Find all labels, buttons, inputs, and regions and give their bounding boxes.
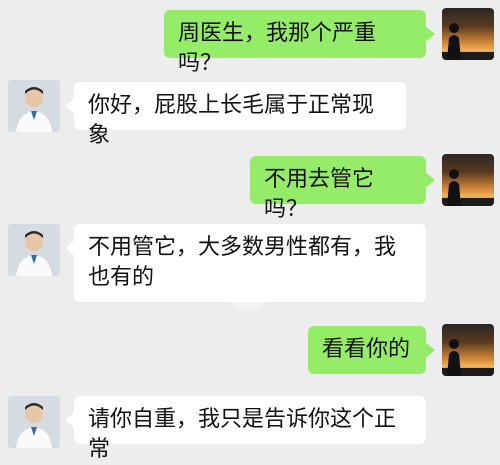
- message-text: 看看你的: [322, 337, 411, 362]
- message-row: 看看你的: [0, 322, 500, 378]
- message-text: 周医生，我那个严重吗？: [178, 21, 377, 76]
- my-avatar[interactable]: [442, 324, 494, 376]
- doctor-avatar[interactable]: [8, 396, 60, 448]
- sunset-silhouette-icon: [442, 23, 494, 60]
- doctor-icon: [8, 396, 60, 448]
- sunset-silhouette-icon: [442, 169, 494, 206]
- message-bubble-received[interactable]: 请你自重，我只是告诉你这个正常: [65, 396, 426, 462]
- message-bubble-received[interactable]: 你好，屁股上长毛属于正常现象: [65, 82, 406, 148]
- play-watermark-icon: [224, 262, 272, 310]
- message-text: 你好，屁股上长毛属于正常现象: [88, 93, 375, 148]
- doctor-icon: [8, 224, 60, 276]
- sunset-silhouette-icon: [442, 339, 494, 376]
- message-text: 请你自重，我只是告诉你这个正常: [88, 407, 397, 462]
- message-row: 周医生，我那个严重吗？: [0, 6, 500, 76]
- chat-window: 周医生，我那个严重吗？ 你好，屁股上长毛属于正常现象 不用去管它吗？ 不用管它，…: [0, 0, 500, 462]
- doctor-avatar[interactable]: [8, 80, 60, 132]
- my-avatar[interactable]: [442, 8, 494, 60]
- message-bubble-sent[interactable]: 周医生，我那个严重吗？: [164, 10, 435, 76]
- message-text: 不用去管它吗？: [264, 167, 375, 222]
- message-bubble-sent[interactable]: 不用去管它吗？: [250, 156, 435, 222]
- message-row: 请你自重，我只是告诉你这个正常: [0, 392, 500, 462]
- message-row: 不用去管它吗？: [0, 152, 500, 222]
- message-row: 你好，屁股上长毛属于正常现象: [0, 78, 500, 148]
- doctor-avatar[interactable]: [8, 224, 60, 276]
- doctor-icon: [8, 80, 60, 132]
- message-bubble-sent[interactable]: 看看你的: [308, 326, 435, 374]
- my-avatar[interactable]: [442, 154, 494, 206]
